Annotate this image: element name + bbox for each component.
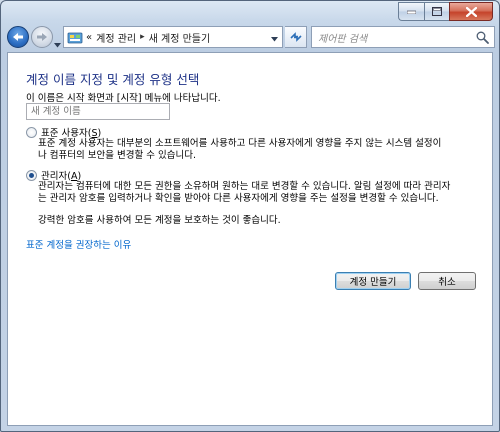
search-icon[interactable]: [476, 31, 489, 44]
minimize-icon: [407, 10, 416, 14]
minimize-button[interactable]: [398, 2, 424, 21]
administrator-option[interactable]: 관리자(A): [26, 168, 81, 182]
breadcrumb-new-account[interactable]: 새 계정 만들기: [149, 30, 211, 45]
back-button[interactable]: [7, 26, 29, 48]
administrator-radio[interactable]: [26, 169, 37, 181]
search-input[interactable]: 제어판 검색: [311, 26, 495, 48]
search-placeholder: 제어판 검색: [318, 33, 368, 45]
close-button[interactable]: [449, 2, 493, 21]
navigation-bar: « 계정 관리 ▸ 새 계정 만들기 제어판 검색: [7, 25, 495, 49]
refresh-icon: [289, 32, 302, 42]
arrow-right-icon: [37, 33, 47, 41]
chevron-down-icon: [54, 43, 61, 48]
address-history-dropdown[interactable]: [271, 34, 278, 45]
create-account-button[interactable]: 계정 만들기: [335, 272, 411, 290]
recent-pages-dropdown[interactable]: [54, 33, 61, 52]
chevron-down-icon: [271, 37, 278, 42]
maximize-icon: [432, 7, 442, 16]
arrow-left-icon: [13, 33, 23, 41]
window: « 계정 관리 ▸ 새 계정 만들기 제어판 검색 계정 이름 지정 및 계정 …: [0, 0, 500, 432]
administrator-description: 관리자는 컴퓨터에 대한 모든 권한을 소유하며 원하는 대로 변경할 수 있습…: [38, 181, 451, 226]
page-title: 계정 이름 지정 및 계정 유형 선택: [26, 72, 200, 87]
account-name-input[interactable]: [26, 103, 170, 120]
breadcrumb-user-accounts[interactable]: 계정 관리: [96, 30, 136, 45]
account-name-hint: 이 이름은 시작 화면과 [시작] 메뉴에 나타납니다.: [26, 93, 221, 104]
close-icon: [465, 6, 477, 17]
address-bar[interactable]: « 계정 관리 ▸ 새 계정 만들기: [63, 26, 283, 48]
maximize-button[interactable]: [424, 2, 449, 21]
caption-buttons: [398, 2, 493, 21]
administrator-label[interactable]: 관리자(A): [41, 168, 81, 182]
standard-user-description: 표준 계정 사용자는 대부분의 소프트웨어를 사용하고 다른 사용자에게 영향을…: [38, 138, 442, 161]
breadcrumb-prefix: «: [86, 31, 93, 43]
control-panel-icon: [67, 32, 83, 44]
breadcrumb-separator[interactable]: ▸: [140, 32, 145, 42]
refresh-button[interactable]: [285, 26, 307, 48]
why-standard-account-link[interactable]: 표준 계정을 권장하는 이유: [26, 237, 131, 251]
standard-user-radio[interactable]: [26, 126, 37, 138]
forward-button[interactable]: [31, 26, 53, 48]
cancel-button[interactable]: 취소: [418, 272, 476, 290]
standard-user-label[interactable]: 표준 사용자(S): [41, 125, 101, 139]
content-panel: 계정 이름 지정 및 계정 유형 선택 이 이름은 시작 화면과 [시작] 메뉴…: [7, 52, 493, 426]
standard-user-option[interactable]: 표준 사용자(S): [26, 125, 101, 139]
